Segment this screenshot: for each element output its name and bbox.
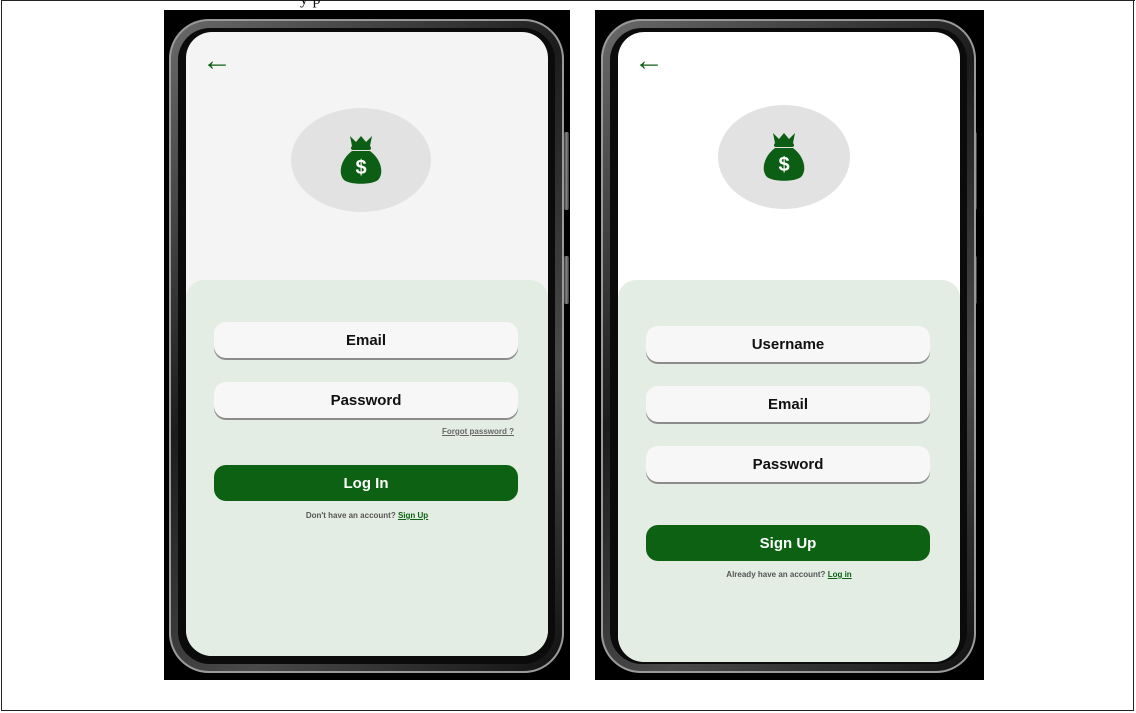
arrow-left-icon[interactable]: ←: [634, 46, 664, 76]
username-field[interactable]: Username: [646, 326, 930, 362]
login-form-panel: Email Password Forgot password ? Log In …: [186, 280, 548, 656]
login-button[interactable]: Log In: [214, 465, 518, 501]
svg-text:$: $: [778, 154, 789, 176]
login-link[interactable]: Log in: [828, 570, 852, 579]
money-bag-icon: $: [763, 133, 805, 181]
money-bag-icon: $: [340, 136, 382, 184]
arrow-left-icon[interactable]: ←: [202, 46, 232, 76]
email-field[interactable]: Email: [214, 322, 518, 358]
email-field[interactable]: Email: [646, 386, 930, 422]
svg-text:$: $: [355, 157, 366, 179]
volume-button: [564, 132, 569, 210]
signup-link[interactable]: Sign Up: [398, 511, 428, 520]
signup-screen: ← $ Username Email Password Sign Up Alre…: [618, 32, 960, 662]
login-prompt: Already have an account? Log in: [618, 570, 960, 579]
signup-button[interactable]: Sign Up: [646, 525, 930, 561]
signup-prompt: Don't have an account? Sign Up: [186, 511, 548, 520]
login-prompt-text: Already have an account?: [726, 570, 826, 579]
signup-prompt-text: Don't have an account?: [305, 511, 396, 520]
logo-circle: $: [291, 108, 431, 212]
login-screen: ← $ Email Password Forgot password ? Log…: [186, 32, 548, 656]
cropped-caption: y p: [300, 0, 321, 9]
signup-form-panel: Username Email Password Sign Up Already …: [618, 280, 960, 662]
logo-circle: $: [718, 105, 850, 209]
forgot-password-link[interactable]: Forgot password ?: [442, 427, 514, 436]
password-field[interactable]: Password: [646, 446, 930, 482]
power-button: [564, 256, 569, 304]
password-field[interactable]: Password: [214, 382, 518, 418]
